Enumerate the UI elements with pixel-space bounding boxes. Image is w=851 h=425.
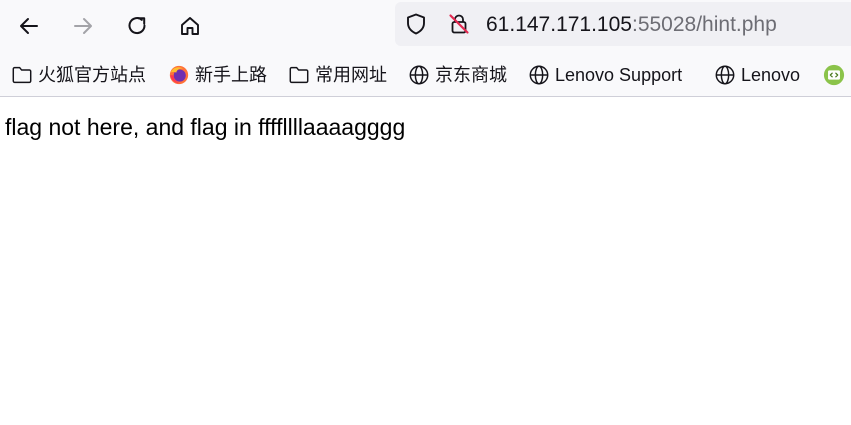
page-body-text: flag not here, and flag in ffffllllaaaag… [5,114,406,140]
bookmark-firefox-official[interactable]: 火狐官方站点 [11,63,146,87]
bookmark-label: 常用网址 [315,65,387,85]
bookmark-getting-started[interactable]: 新手上路 [168,63,267,87]
globe-icon [529,65,549,85]
bookmark-label: 新手上路 [195,65,267,85]
forward-button[interactable] [63,6,103,46]
bookmark-code-tool[interactable] [823,63,845,87]
bookmark-label: 京东商城 [435,65,507,85]
bookmark-common-sites[interactable]: 常用网址 [288,63,387,87]
back-button[interactable] [9,6,49,46]
url-text[interactable]: 61.147.171.105:55028/hint.php [486,13,777,37]
arrow-left-icon [20,18,38,34]
insecure-lock-icon[interactable] [447,12,471,36]
bookmark-lenovo[interactable]: Lenovo [714,63,800,87]
arrow-right-icon [74,18,92,34]
folder-icon [12,66,32,84]
bookmark-label: Lenovo Support [555,65,683,85]
folder-icon [289,66,309,84]
reload-button[interactable] [117,6,157,46]
home-button[interactable] [170,6,210,46]
reload-icon [128,17,146,35]
home-icon [181,17,199,35]
globe-icon [715,65,735,85]
bookmarks-toolbar: 火狐官方站点 新手上路 常用网址 京东商城 Lenovo Support Len… [0,52,851,97]
bookmark-label: Lenovo [741,65,801,85]
bookmark-jd[interactable]: 京东商城 [408,63,507,87]
url-bar[interactable]: 61.147.171.105:55028/hint.php [395,2,851,46]
code-badge-icon [823,64,845,86]
url-port-path: :55028/hint.php [631,13,777,36]
firefox-icon [169,65,189,85]
globe-icon [409,65,429,85]
bookmark-lenovo-support[interactable]: Lenovo Support [528,63,682,87]
bookmark-label: 火狐官方站点 [38,65,146,85]
nav-toolbar: 61.147.171.105:55028/hint.php [0,0,851,52]
url-host: 61.147.171.105 [486,13,632,36]
shield-icon[interactable] [404,12,428,36]
